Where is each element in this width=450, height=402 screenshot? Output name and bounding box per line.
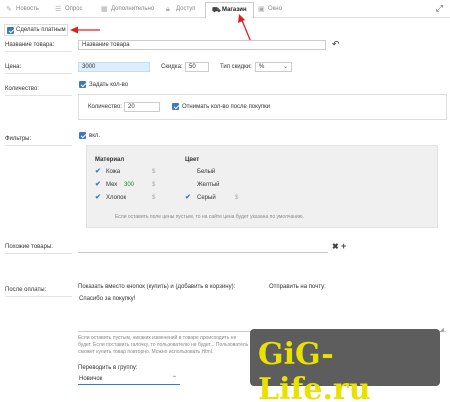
material-title: Материал [95, 157, 125, 163]
material-name: Хлопок [106, 195, 127, 201]
after-pay-label: После оплаты: [5, 287, 47, 293]
show-instead-label: Показать вместо кнопок (купить) и (добав… [78, 284, 236, 290]
paid-checkbox[interactable] [7, 26, 14, 34]
color-name[interactable]: Белый [197, 169, 215, 175]
material-check-icon[interactable]: ✔ [95, 193, 101, 201]
tab-window[interactable]: ▣ Окно [258, 3, 282, 18]
filters-label: Фильтры: [5, 136, 32, 142]
divider [5, 145, 72, 146]
tab-poll[interactable]: ☰ Опрос [55, 3, 83, 18]
color-title: Цвет [185, 157, 200, 163]
thanks-text: Спасибо за покупку! [79, 296, 136, 302]
material-name: Кожа [106, 169, 121, 175]
after-pay-textarea[interactable]: Спасибо за покупку! [78, 294, 446, 332]
expand-icon[interactable]: ⤢ [436, 3, 443, 14]
undo-icon[interactable]: ↶ [332, 39, 340, 50]
quantity-label: Количество: [5, 86, 39, 92]
divider [5, 51, 72, 52]
filters-hint: Если оставить поле цены пустым, то на са… [115, 214, 304, 220]
plus-icon[interactable]: + [341, 241, 346, 251]
paid-toggle[interactable]: Сделать платным [4, 24, 68, 36]
chevron-down-icon: ⌄ [282, 64, 288, 70]
group-select[interactable]: Новичок ⌃ [78, 374, 180, 385]
tab-news[interactable]: ✎ Новость [6, 3, 39, 18]
count-input[interactable]: 20 [124, 102, 160, 112]
tab-additional[interactable]: ▦ Дополнительно [101, 3, 154, 18]
divider [5, 253, 72, 254]
after-pay-note: Если оставить пустым, никаких изменений … [78, 335, 249, 355]
price-label: Цена: [5, 64, 22, 70]
divider [5, 296, 72, 297]
divider [5, 95, 72, 96]
color-name: Серый [197, 195, 216, 201]
tab-access[interactable]: 🔒︎ Доступ [166, 3, 196, 18]
currency-label: $ [152, 195, 156, 201]
deduct-label: Отнимать кол-во после покупки [182, 104, 271, 110]
filters-panel: Материал Цвет ✔ Кожа $ ✔ Мех 300 $ ✔ Хло… [86, 145, 438, 228]
close-icon[interactable]: ✖ [332, 242, 339, 251]
material-check-icon[interactable]: ✔ [95, 167, 101, 175]
currency-label: $ [235, 195, 239, 201]
material-price-input[interactable]: 300 [124, 182, 134, 188]
material-name: Мех [106, 182, 118, 188]
similar-label: Похожие товары: [5, 244, 53, 250]
filters-on-label: вкл. [89, 133, 101, 139]
tab-bar: ✎ Новость ☰ Опрос ▦ Дополнительно 🔒︎ Доступ … [0, 0, 450, 19]
color-name[interactable]: Желтый [197, 182, 220, 188]
chevron-up-icon: ⌃ [171, 376, 177, 382]
currency-label: $ [152, 182, 156, 188]
group-label: Переводить в группу: [78, 365, 138, 371]
set-quantity-label: Задать кол-во [89, 82, 129, 88]
resize-handle-icon[interactable]: ◢ [440, 327, 444, 333]
currency-label: $ [152, 169, 156, 175]
count-label: Количество: [88, 104, 122, 110]
material-check-icon[interactable]: ✔ [95, 180, 101, 188]
grid-icon: ▦ [101, 6, 108, 13]
deduct-checkbox[interactable] [172, 103, 179, 110]
discount-type-select[interactable]: % ⌄ [255, 62, 292, 72]
lock-icon: 🔒︎ [166, 6, 170, 13]
cart-icon: ⛟ [212, 7, 221, 14]
divider [5, 73, 72, 74]
discount-type-label: Тип скидки: [220, 64, 252, 70]
red-arrow-annotation-2 [70, 26, 100, 34]
price-input[interactable]: 3000 [78, 62, 150, 72]
set-quantity-checkbox[interactable] [79, 81, 86, 88]
color-check-icon[interactable]: ✔ [185, 193, 191, 201]
similar-input[interactable] [78, 252, 328, 253]
paid-label: Сделать платным [16, 27, 66, 33]
send-mail-label: Отправить на почту: [269, 284, 326, 290]
quantity-panel: Количество: 20 Отнимать кол-во после пок… [78, 94, 447, 120]
discount-input[interactable]: 50 [185, 62, 209, 72]
pencil-icon: ✎ [6, 6, 12, 13]
discount-label: Скидка: [161, 64, 183, 70]
product-name-label: Название товара: [5, 42, 55, 48]
watermark-logo: GiG-Life.ru [250, 329, 440, 402]
list-icon: ☰ [55, 6, 62, 13]
window-icon: ▣ [258, 6, 265, 13]
product-name-input[interactable]: Название товара [78, 40, 326, 50]
filters-on-checkbox[interactable] [79, 132, 86, 139]
